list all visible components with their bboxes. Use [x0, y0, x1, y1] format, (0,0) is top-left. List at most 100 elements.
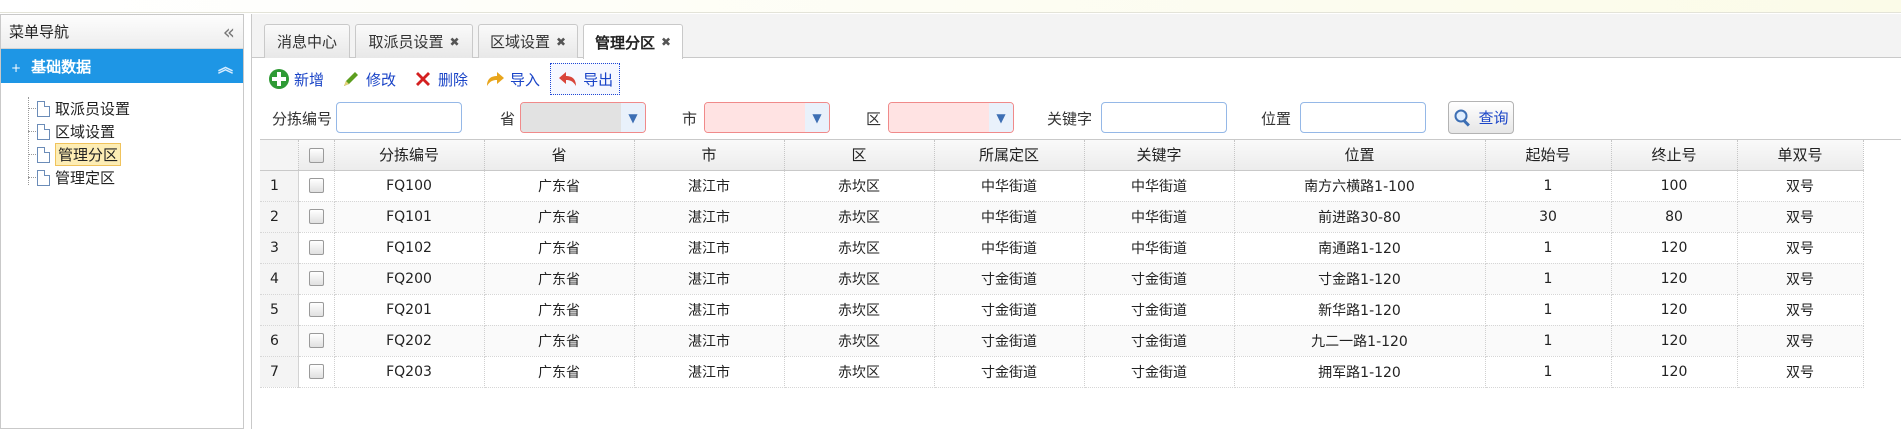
sidebar-item-fixed-area[interactable]: 管理定区 [27, 166, 243, 189]
table-cell: 120 [1611, 263, 1738, 295]
table-cell: 广东省 [484, 325, 635, 357]
edit-button[interactable]: 修改 [334, 63, 402, 95]
query-button[interactable]: 查询 [1448, 101, 1514, 134]
tab-region[interactable]: 区域设置 ✖ [478, 24, 578, 58]
filter-bar: 分拣编号 省 ▼ 市 ▼ 区 ▼ 关键字 位置 查询 [262, 101, 1901, 135]
table-cell: 寸金街道 [934, 325, 1085, 357]
close-icon[interactable]: ✖ [661, 35, 671, 49]
table-cell: 寸金街道 [1084, 294, 1235, 326]
close-icon[interactable]: ✖ [449, 35, 459, 49]
column-header[interactable]: 分拣编号 [334, 140, 485, 171]
table-cell: FQ102 [334, 232, 485, 264]
table-cell: 1 [1485, 294, 1612, 326]
table-row[interactable]: 7 FQ203 广东省 湛江市 赤坎区 寸金街道 寸金街道 拥军路1-120 1 120 双号 [260, 356, 1864, 388]
column-header[interactable]: 所属定区 [934, 140, 1085, 171]
address-input[interactable] [1300, 102, 1426, 133]
undo-arrow-icon [557, 68, 579, 90]
chevron-up-icon[interactable]: ︽ [218, 56, 233, 77]
edit-label: 修改 [366, 70, 397, 89]
sidebar-item-region[interactable]: 区域设置 [27, 120, 243, 143]
row-select-cell[interactable] [298, 170, 335, 202]
tab-courier[interactable]: 取派员设置 ✖ [355, 24, 473, 58]
table-row[interactable]: 3 FQ102 广东省 湛江市 赤坎区 中华街道 中华街道 南通路1-120 1 120 双号 [260, 232, 1864, 264]
row-checkbox[interactable] [308, 271, 324, 286]
table-cell: FQ101 [334, 201, 485, 233]
table-cell: 九二一路1-120 [1234, 325, 1486, 357]
row-select-cell[interactable] [298, 232, 335, 264]
row-select-cell[interactable] [298, 325, 335, 357]
tab-subarea[interactable]: 管理分区 ✖ [583, 24, 683, 59]
chevron-down-icon[interactable]: ▼ [805, 103, 829, 132]
table-cell: 1 [1485, 170, 1612, 202]
keyword-label: 关键字 [1047, 110, 1093, 128]
table-cell: 湛江市 [634, 170, 785, 202]
select-all-header[interactable] [298, 140, 335, 171]
column-header[interactable]: 单双号 [1737, 140, 1864, 171]
column-header[interactable]: 省 [484, 140, 635, 171]
table-cell: 寸金路1-120 [1234, 263, 1486, 295]
chevron-down-icon[interactable]: ▼ [989, 103, 1013, 132]
delete-button[interactable]: 删除 [406, 63, 474, 95]
row-checkbox[interactable] [308, 240, 324, 255]
code-input[interactable] [336, 102, 462, 133]
redo-arrow-icon [484, 68, 506, 90]
row-number: 1 [260, 170, 299, 202]
table-cell: 广东省 [484, 170, 635, 202]
row-checkbox[interactable] [308, 364, 324, 379]
chevron-down-icon[interactable]: ▼ [621, 103, 645, 132]
district-label: 区 [866, 110, 882, 128]
table-row[interactable]: 2 FQ101 广东省 湛江市 赤坎区 中华街道 中华街道 前进路30-80 30 80 双号 [260, 201, 1864, 233]
table-row[interactable]: 1 FQ100 广东省 湛江市 赤坎区 中华街道 中华街道 南方六横路1-100 1 100 双号 [260, 170, 1864, 202]
export-button[interactable]: 导出 [550, 63, 621, 95]
row-checkbox[interactable] [308, 178, 324, 193]
add-button[interactable]: 新增 [262, 63, 330, 95]
table-row[interactable]: 6 FQ202 广东省 湛江市 赤坎区 寸金街道 寸金街道 九二一路1-120 1 120 双号 [260, 325, 1864, 357]
table-row[interactable]: 4 FQ200 广东省 湛江市 赤坎区 寸金街道 寸金街道 寸金路1-120 1 120 双号 [260, 263, 1864, 295]
table-cell: 赤坎区 [784, 201, 935, 233]
row-checkbox[interactable] [308, 209, 324, 224]
table-cell: 赤坎区 [784, 356, 935, 388]
row-select-cell[interactable] [298, 263, 335, 295]
plus-icon: + [11, 60, 22, 75]
subarea-table: 分拣编号 省 市 区 所属定区 关键字 位置 起始号 终止号 单双号 1 FQ10… [260, 140, 1864, 388]
column-header[interactable]: 位置 [1234, 140, 1486, 171]
row-select-cell[interactable] [298, 294, 335, 326]
keyword-input[interactable] [1101, 102, 1227, 133]
table-cell: 1 [1485, 263, 1612, 295]
table-cell: 拥军路1-120 [1234, 356, 1486, 388]
row-checkbox[interactable] [308, 302, 324, 317]
table-cell: 广东省 [484, 294, 635, 326]
table-cell: 双号 [1737, 294, 1864, 326]
province-select[interactable]: ▼ [520, 102, 646, 133]
close-icon[interactable]: ✖ [556, 35, 566, 49]
select-fill [521, 103, 621, 132]
select-all-checkbox[interactable] [308, 147, 324, 163]
row-number: 7 [260, 356, 299, 388]
column-header[interactable]: 关键字 [1084, 140, 1235, 171]
import-button[interactable]: 导入 [478, 63, 546, 95]
table-row[interactable]: 5 FQ201 广东省 湛江市 赤坎区 寸金街道 寸金街道 新华路1-120 1 120 双号 [260, 294, 1864, 326]
sidebar-item-subarea[interactable]: 管理分区 [27, 143, 243, 166]
row-select-cell[interactable] [298, 356, 335, 388]
tab-messages[interactable]: 消息中心 [264, 24, 350, 58]
city-select[interactable]: ▼ [704, 102, 830, 133]
collapse-left-icon[interactable]: « [223, 22, 235, 42]
tab-label: 消息中心 [276, 33, 337, 51]
section-basic-data[interactable]: + 基础数据 ︽ [1, 49, 243, 83]
district-select[interactable]: ▼ [888, 102, 1014, 133]
sidebar-item-label: 管理定区 [55, 169, 116, 187]
table-body: 1 FQ100 广东省 湛江市 赤坎区 中华街道 中华街道 南方六横路1-100 1 100 双号 2… [260, 170, 1864, 388]
column-header[interactable]: 起始号 [1485, 140, 1612, 171]
table-cell: 双号 [1737, 232, 1864, 264]
table-cell: FQ203 [334, 356, 485, 388]
row-checkbox[interactable] [308, 333, 324, 348]
column-header[interactable]: 市 [634, 140, 785, 171]
table-cell: 中华街道 [1084, 232, 1235, 264]
select-fill [705, 103, 805, 132]
sidebar-item-courier[interactable]: 取派员设置 [27, 97, 243, 120]
row-select-cell[interactable] [298, 201, 335, 233]
table-cell: 120 [1611, 294, 1738, 326]
column-header[interactable]: 终止号 [1611, 140, 1738, 171]
column-header[interactable]: 区 [784, 140, 935, 171]
table-cell: 寸金街道 [934, 356, 1085, 388]
